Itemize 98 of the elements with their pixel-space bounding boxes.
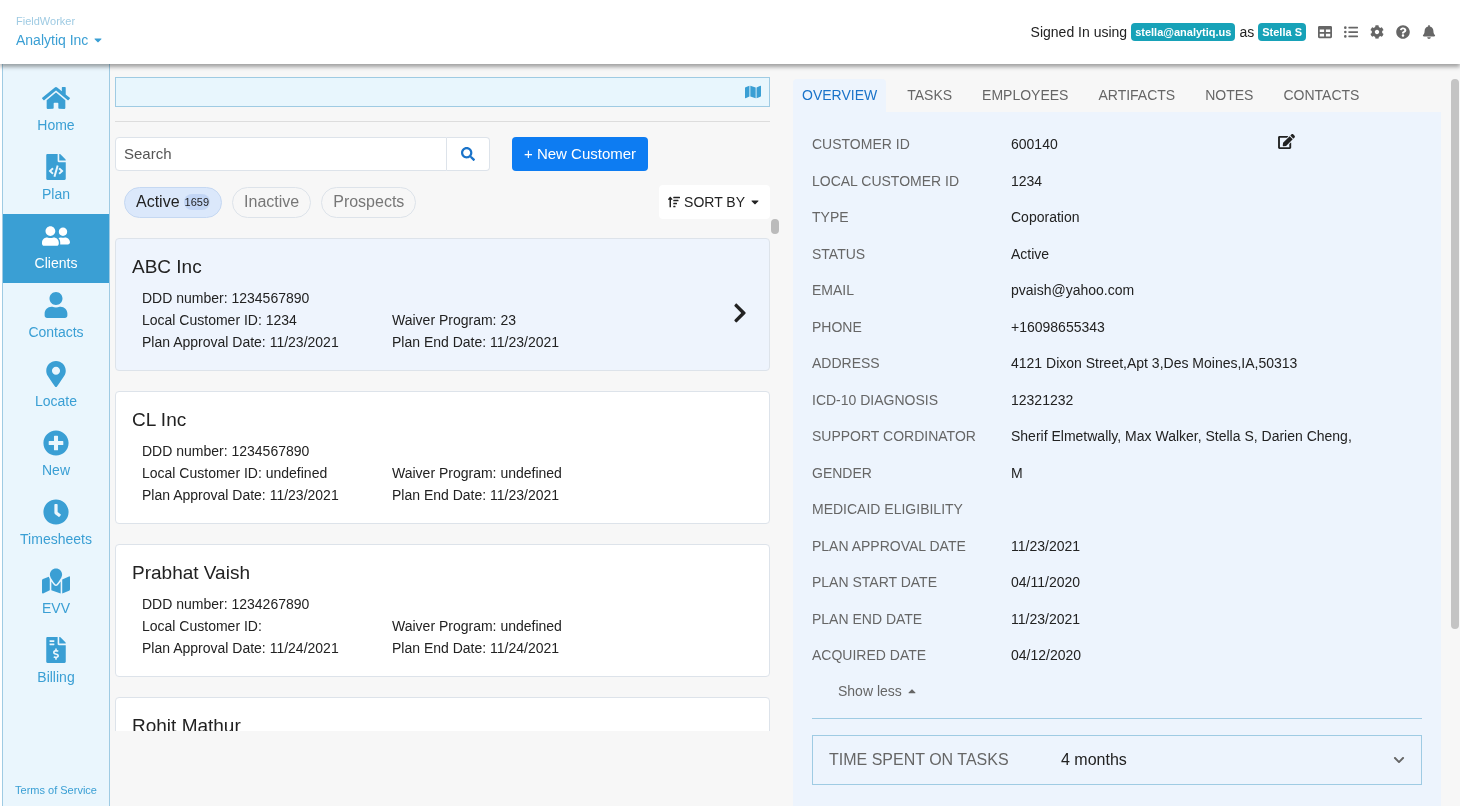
filter-pill[interactable]: Active 1659 <box>124 186 223 218</box>
customer-card[interactable]: ABC Inc DDD number: 1234567890 Local Customer ID: 1234 Waiver Program: 23 Plan Approval Date: 11/23/2021 Plan End Date: 11/23/2021 <box>115 238 770 371</box>
field-label: PLAN START DATE <box>812 573 938 592</box>
detail-tab[interactable]: EMPLOYEES <box>973 79 1078 112</box>
field-value: Active <box>1011 244 1050 264</box>
count-badge: 1659 <box>183 193 211 211</box>
plan-end-date: Plan End Date: 11/23/2021 <box>392 333 561 352</box>
help-icon[interactable] <box>1396 25 1410 39</box>
plan-end-date: Plan End Date: 11/23/2021 <box>392 486 561 505</box>
users-icon <box>42 223 70 249</box>
field-value: Coporation <box>1011 208 1080 227</box>
search-button[interactable] <box>447 137 490 171</box>
field-value: Sherif Elmetwally, Max Walker, Stella S, Darien Cheng, <box>1011 427 1352 446</box>
settings-icon[interactable] <box>1370 25 1384 39</box>
plan-approval-date: Plan Approval Date: 11/23/2021 <box>142 333 340 352</box>
customer-card[interactable]: CL Inc DDD number: 1234567890 Local Customer ID: undefined Waiver Program: undefined Plan Approval Date: 11/23/2021 Plan End Date: 11/23/2021 <box>115 391 770 524</box>
search-field[interactable]: Search <box>115 137 447 171</box>
ddd-number: DDD number: 1234567890 <box>142 289 311 308</box>
field-value: 4121 Dixon Street,Apt 3,Des Moines,IA,50313 <box>1011 354 1298 373</box>
waiver-program: Waiver Program: undefined <box>392 617 563 636</box>
customer-name: Prabhat Vaish <box>132 561 251 585</box>
signed-in-label: Signed In using <box>1030 22 1128 42</box>
product-name: FieldWorker <box>16 14 77 30</box>
field-label: LOCAL CUSTOMER ID <box>812 171 961 191</box>
waiver-program: Waiver Program: undefined <box>392 464 563 483</box>
local-customer-id: Local Customer ID: undefined <box>142 464 329 483</box>
detail-tab[interactable]: CONTACTS <box>1274 79 1369 112</box>
detail-tab[interactable]: NOTES <box>1196 79 1263 112</box>
nav-item[interactable]: Contacts <box>3 283 109 352</box>
field-label: MEDICAID ELIGIBILITY <box>812 500 964 519</box>
detail-tab[interactable]: OVERVIEW <box>793 79 887 112</box>
field-label: PLAN END DATE <box>812 609 924 629</box>
time-spent-panel[interactable]: TIME SPENT ON TASKS 4 months <box>812 734 1422 785</box>
org-dropdown[interactable]: Analytiq Inc <box>16 29 105 51</box>
nav-item[interactable]: EVV <box>3 559 109 628</box>
field-label: TYPE <box>812 208 850 227</box>
map-icon[interactable] <box>745 84 761 100</box>
waiver-program: Waiver Program: 23 <box>392 311 517 330</box>
customer-name: ABC Inc <box>132 255 203 279</box>
time-spent-label: TIME SPENT ON TASKS <box>829 749 1010 770</box>
field-value: 600140 <box>1011 135 1058 154</box>
plan-end-date: Plan End Date: 11/24/2021 <box>392 639 561 658</box>
field-label: EMAIL <box>812 281 855 300</box>
list-icon[interactable] <box>1344 25 1358 39</box>
nav-item[interactable]: Billing <box>3 628 109 697</box>
field-value: 04/12/2020 <box>1011 646 1082 665</box>
nav-item[interactable]: Home <box>3 76 109 145</box>
terms-link[interactable]: Terms of Service <box>3 781 109 806</box>
user-badge: Stella S <box>1258 22 1306 42</box>
ddd-number: DDD number: 1234267890 <box>142 595 311 614</box>
nav-item[interactable]: Locate <box>3 352 109 421</box>
scrollbar-thumb[interactable] <box>1451 79 1459 629</box>
show-less-button[interactable]: Show less <box>838 680 918 702</box>
nav-item[interactable]: Plan <box>3 145 109 214</box>
nav-item[interactable]: New <box>3 421 109 490</box>
bell-icon[interactable] <box>1422 25 1436 39</box>
nav-item[interactable]: Timesheets <box>3 490 109 559</box>
plan-approval-date: Plan Approval Date: 11/24/2021 <box>142 639 340 658</box>
search-icon <box>461 147 475 161</box>
field-value: +16098655343 <box>1011 317 1105 337</box>
nav-item[interactable]: Clients <box>3 214 109 283</box>
field-value: 11/23/2021 <box>1011 609 1081 629</box>
detail-tab[interactable]: TASKS <box>898 79 962 112</box>
clock-icon <box>42 499 70 525</box>
field-label: ACQUIRED DATE <box>812 646 928 665</box>
field-value: pvaish@yahoo.com <box>1011 281 1135 300</box>
email-badge: stella@analytiq.us <box>1131 22 1236 42</box>
map-pin-icon <box>42 568 70 594</box>
as-label: as <box>1239 22 1255 42</box>
scrollbar-thumb[interactable] <box>771 219 779 234</box>
field-label: PHONE <box>812 317 863 337</box>
field-label: ADDRESS <box>812 354 881 373</box>
local-customer-id: Local Customer ID: <box>142 617 263 636</box>
edit-icon[interactable] <box>1277 134 1295 149</box>
field-label: ICD-10 DIAGNOSIS <box>812 390 940 410</box>
user-icon <box>42 292 70 318</box>
field-label: GENDER <box>812 463 873 483</box>
sort-icon <box>668 196 681 208</box>
local-customer-id: Local Customer ID: 1234 <box>142 311 298 330</box>
house-icon <box>42 85 70 111</box>
field-value: M <box>1011 463 1023 483</box>
field-value: 11/23/2021 <box>1011 536 1081 556</box>
sort-button[interactable]: SORT BY <box>659 185 770 219</box>
field-value: 1234 <box>1011 171 1043 191</box>
new-customer-button[interactable]: + New Customer <box>512 137 649 171</box>
ddd-number: DDD number: 1234567890 <box>142 442 311 461</box>
plan-approval-date: Plan Approval Date: 11/23/2021 <box>142 486 340 505</box>
customer-card[interactable]: Prabhat Vaish DDD number: 1234267890 Local Customer ID: Waiver Program: undefined Plan Approval Date: 11/24/2021 Plan End Date: 11/24/2021 <box>115 544 770 677</box>
field-label: PLAN APPROVAL DATE <box>812 536 967 556</box>
field-label: CUSTOMER ID <box>812 135 911 154</box>
field-value: 12321232 <box>1011 390 1074 410</box>
customer-name: CL Inc <box>132 408 188 432</box>
time-spent-value: 4 months <box>1061 749 1128 770</box>
detail-tab[interactable]: ARTIFACTS <box>1089 79 1185 112</box>
field-label: SUPPORT CORDINATOR <box>812 427 977 446</box>
table-icon[interactable] <box>1318 25 1332 39</box>
field-label: STATUS <box>812 244 867 264</box>
field-value: 04/11/2020 <box>1011 573 1081 592</box>
